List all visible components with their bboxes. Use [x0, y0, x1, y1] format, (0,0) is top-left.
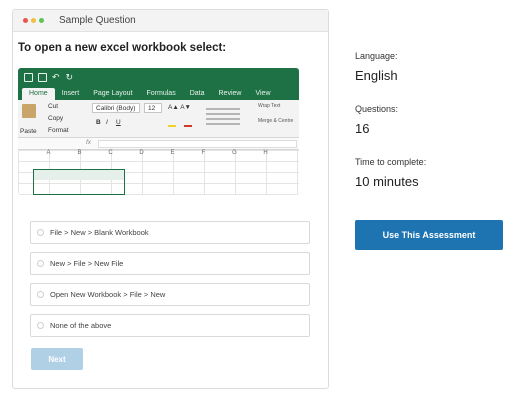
format-label: Format	[48, 127, 69, 134]
excel-tab-home: Home	[22, 88, 55, 100]
radio-icon[interactable]	[37, 291, 44, 298]
column-header: G	[232, 150, 237, 156]
excel-tab-data: Data	[189, 90, 205, 97]
language-label: Language:	[355, 51, 398, 61]
excel-tab-page-layout: Page Layout	[93, 90, 133, 97]
radio-icon[interactable]	[37, 260, 44, 267]
cell-selection	[33, 169, 125, 195]
column-header: B	[77, 150, 82, 156]
excel-ribbon-tools: Paste Cut Copy Format Calibri (Body) 12 …	[18, 100, 299, 138]
questions-value: 16	[355, 121, 370, 136]
radio-icon[interactable]	[37, 322, 44, 329]
use-assessment-button[interactable]: Use This Assessment	[355, 220, 503, 250]
formula-input-box	[98, 140, 297, 148]
layout-icon	[24, 72, 33, 82]
column-header: A	[46, 150, 51, 156]
column-header: H	[263, 150, 268, 156]
cut-label: Cut	[48, 103, 59, 110]
answer-option-label: None of the above	[50, 321, 112, 330]
clipboard-icon	[22, 104, 36, 118]
excel-formula-bar: fx	[18, 138, 299, 150]
minimize-dot-icon	[31, 18, 36, 23]
time-label: Time to complete:	[355, 157, 427, 167]
questions-label: Questions:	[355, 104, 399, 114]
save-icon	[38, 72, 47, 82]
radio-icon[interactable]	[37, 229, 44, 236]
excel-ribbon-tabs: Home Insert Page Layout Formulas Data Re…	[18, 86, 299, 100]
language-value: English	[355, 68, 398, 83]
column-header: D	[139, 150, 144, 156]
function-icon: fx	[86, 139, 92, 146]
time-value: 10 minutes	[355, 174, 419, 189]
answer-option[interactable]: File > New > Blank Workbook	[30, 221, 310, 244]
column-header: F	[201, 150, 206, 156]
wrap-text-label: Wrap Text	[258, 103, 281, 109]
font-color-icon	[184, 125, 192, 127]
answer-option[interactable]: Open New Workbook > File > New	[30, 283, 310, 306]
font-size-box: 12	[144, 103, 162, 113]
excel-tab-formulas: Formulas	[146, 90, 176, 97]
card-title: Sample Question	[59, 15, 136, 26]
paste-label: Paste	[20, 128, 37, 135]
copy-label: Copy	[48, 115, 64, 122]
answer-option[interactable]: New > File > New File	[30, 252, 310, 275]
redo-icon: ↻	[65, 71, 74, 82]
answer-option-label: File > New > Blank Workbook	[50, 228, 149, 237]
excel-tab-view: View	[255, 90, 271, 97]
excel-quick-access-bar: ↶ ↻	[18, 68, 299, 86]
bold-label: B	[96, 119, 101, 126]
font-name-box: Calibri (Body)	[92, 103, 140, 113]
excel-tab-insert: Insert	[61, 90, 80, 97]
maximize-dot-icon	[39, 18, 44, 23]
italic-label: I	[106, 119, 108, 126]
close-dot-icon	[23, 18, 28, 23]
alignment-icon	[204, 105, 242, 131]
column-header: E	[170, 150, 175, 156]
undo-icon: ↶	[52, 71, 60, 82]
excel-screenshot-image: ↶ ↻ Home Insert Page Layout Formulas Dat…	[18, 68, 299, 195]
answer-option-label: Open New Workbook > File > New	[50, 290, 166, 299]
answer-option-label: New > File > New File	[50, 259, 124, 268]
fill-color-icon	[168, 125, 176, 127]
next-button[interactable]: Next	[31, 348, 83, 370]
underline-label: U	[116, 119, 121, 126]
excel-tab-review: Review	[218, 90, 242, 97]
excel-grid: A B C D E F G H	[18, 150, 299, 195]
font-grow-icon: A▲ A▼	[168, 104, 191, 111]
answer-option[interactable]: None of the above	[30, 314, 310, 337]
question-text: To open a new excel workbook select:	[18, 42, 227, 54]
card-header: Sample Question	[13, 10, 328, 32]
column-header: C	[108, 150, 113, 156]
merge-centre-label: Merge & Centre	[258, 118, 294, 124]
answer-options: File > New > Blank Workbook New > File >…	[30, 221, 310, 345]
